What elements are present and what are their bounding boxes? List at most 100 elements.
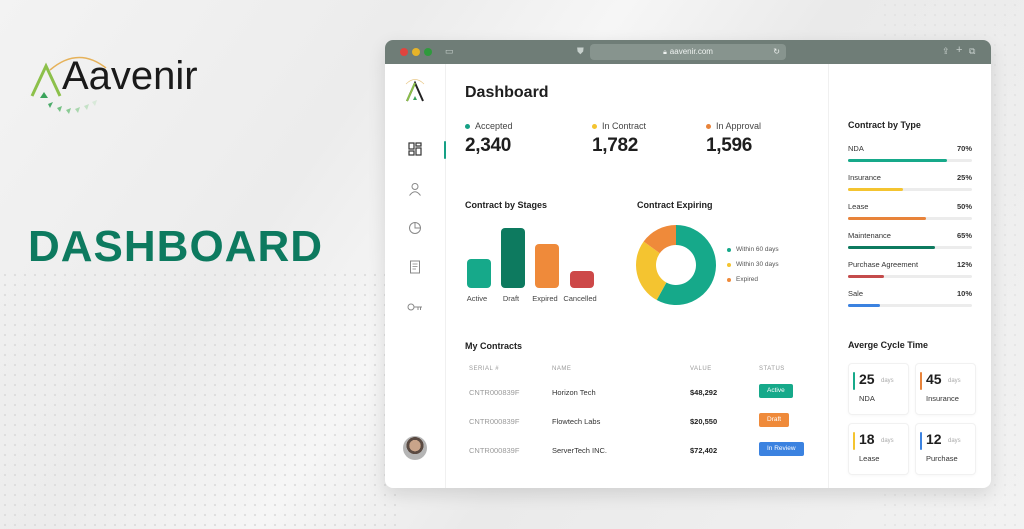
cycle-accent [853, 432, 855, 450]
type-percent: 10% [956, 289, 972, 298]
status-badge[interactable]: In Review [759, 442, 804, 456]
type-progress-fill [848, 217, 927, 220]
serial-cell: CNTR000839F [469, 417, 520, 426]
bar-chart-title: Contract by Stages [465, 200, 548, 210]
type-item-purchase-agreement: Purchase Agreement 12% [848, 260, 972, 278]
type-percent: 50% [956, 202, 972, 211]
legend-label: Within 30 days [736, 261, 779, 268]
right-panel: Contract by Type NDA 70% Insurance 25% Lease… [828, 64, 991, 488]
type-progress-fill [848, 275, 884, 278]
legend-within-60-days: Within 60 days [727, 246, 779, 253]
nav-reports[interactable] [407, 221, 423, 237]
cycle-unit: days [881, 378, 894, 384]
type-progress-track [848, 246, 972, 249]
type-progress-track [848, 217, 972, 220]
close-window-button[interactable] [400, 48, 408, 56]
sidebar [385, 64, 446, 488]
nav-active-indicator [444, 141, 446, 159]
document-icon [410, 260, 420, 274]
user-icon [409, 183, 421, 196]
my-contracts-title: My Contracts [465, 341, 523, 351]
cycle-value: 12 [926, 431, 942, 447]
app: Dashboard Accepted 2,340 In Contract 1,7… [385, 64, 991, 488]
legend-dot [727, 262, 731, 267]
minimize-window-button[interactable] [412, 48, 420, 56]
nav-users[interactable] [407, 182, 423, 198]
cycle-accent [853, 372, 855, 390]
type-percent: 65% [956, 231, 972, 240]
stat-label: In Approval [716, 121, 762, 131]
type-percent: 25% [956, 173, 972, 182]
lock-icon: 🔒︎ [663, 49, 667, 56]
brand-logo: Aavenir [28, 48, 198, 118]
shield-icon[interactable]: ⛊ [577, 46, 584, 57]
stat-value: 1,596 [706, 135, 753, 156]
sidebar-toggle-icon[interactable]: ▭ [445, 46, 454, 57]
legend-label: Expired [736, 276, 759, 283]
bar-cancelled[interactable] [570, 271, 594, 288]
tabs-overview-icon[interactable]: ⧉ [969, 46, 975, 57]
main-content: Dashboard Accepted 2,340 In Contract 1,7… [447, 64, 827, 488]
status-badge[interactable]: Draft [759, 413, 790, 427]
stat-in-contract: In Contract 1,782 [592, 121, 646, 157]
bar-label-expired: Expired [532, 294, 558, 303]
nav-documents[interactable] [407, 260, 423, 276]
name-cell: Horizon Tech [552, 388, 596, 397]
status-badge[interactable]: Active [759, 384, 793, 398]
new-tab-icon[interactable]: + [956, 44, 962, 56]
url-text: aavenir.com [669, 47, 713, 56]
browser-window: ▭ ⛊ 🔒︎ aavenir.com ↻ ⇪ + ⧉ Dashboard Acc… [385, 40, 991, 488]
bar-expired[interactable] [535, 244, 559, 288]
cycle-card-insurance: 45 days Insurance [915, 363, 976, 415]
cycle-unit: days [948, 438, 961, 444]
bar-active[interactable] [467, 259, 491, 288]
nav-dashboard[interactable] [407, 142, 423, 158]
user-avatar[interactable] [403, 436, 427, 460]
reload-icon[interactable]: ↻ [773, 44, 780, 60]
type-progress-fill [848, 159, 948, 162]
type-percent: 70% [956, 144, 972, 153]
cycle-accent [920, 432, 922, 450]
grid-icon [408, 142, 422, 156]
share-icon[interactable]: ⇪ [942, 46, 950, 57]
cycle-value: 25 [859, 371, 875, 387]
stat-value: 1,782 [592, 135, 639, 156]
bar-label-cancelled: Cancelled [563, 294, 597, 303]
donut-chart-title: Contract Expiring [637, 200, 713, 210]
cycle-card-purchase: 12 days Purchase [915, 423, 976, 475]
contract-by-type-title: Contract by Type [848, 120, 921, 130]
type-progress-fill [848, 188, 903, 191]
stat-in-approval: In Approval 1,596 [706, 121, 761, 157]
type-label: Lease [848, 202, 869, 211]
nav-keys[interactable] [407, 300, 423, 316]
table-row[interactable]: CNTR000839F Horizon Tech $48,292 Active [465, 384, 810, 404]
brand-name: Aavenir [62, 54, 198, 98]
cycle-label: NDA [859, 394, 875, 403]
type-progress-track [848, 275, 972, 278]
cycle-value: 45 [926, 371, 942, 387]
stat-value: 2,340 [465, 135, 512, 156]
key-icon [407, 303, 422, 311]
page-title: Dashboard [465, 84, 549, 101]
contract-stages-chart [465, 214, 605, 288]
type-item-nda: NDA 70% [848, 144, 972, 162]
table-row[interactable]: CNTR000839F ServerTech INC. $72,402 In R… [465, 442, 810, 462]
pie-chart-icon [409, 222, 421, 234]
background-dot-pattern [0, 270, 400, 529]
maximize-window-button[interactable] [424, 48, 432, 56]
status-dot [592, 123, 597, 129]
cycle-unit: days [948, 378, 961, 384]
type-progress-track [848, 159, 972, 162]
type-item-lease: Lease 50% [848, 202, 972, 220]
column-header-serial: SERIAL # [469, 366, 500, 372]
type-label: Maintenance [848, 231, 891, 240]
cycle-card-lease: 18 days Lease [848, 423, 909, 475]
browser-titlebar: ▭ ⛊ 🔒︎ aavenir.com ↻ ⇪ + ⧉ [385, 40, 991, 64]
name-cell: ServerTech INC. [552, 446, 608, 455]
cycle-value: 18 [859, 431, 875, 447]
table-row[interactable]: CNTR000839F Flowtech Labs $20,550 Draft [465, 413, 810, 433]
address-bar[interactable]: 🔒︎ aavenir.com ↻ [590, 44, 786, 60]
value-cell: $20,550 [690, 417, 718, 426]
bar-draft[interactable] [501, 228, 525, 288]
app-logo-icon[interactable] [403, 76, 427, 104]
